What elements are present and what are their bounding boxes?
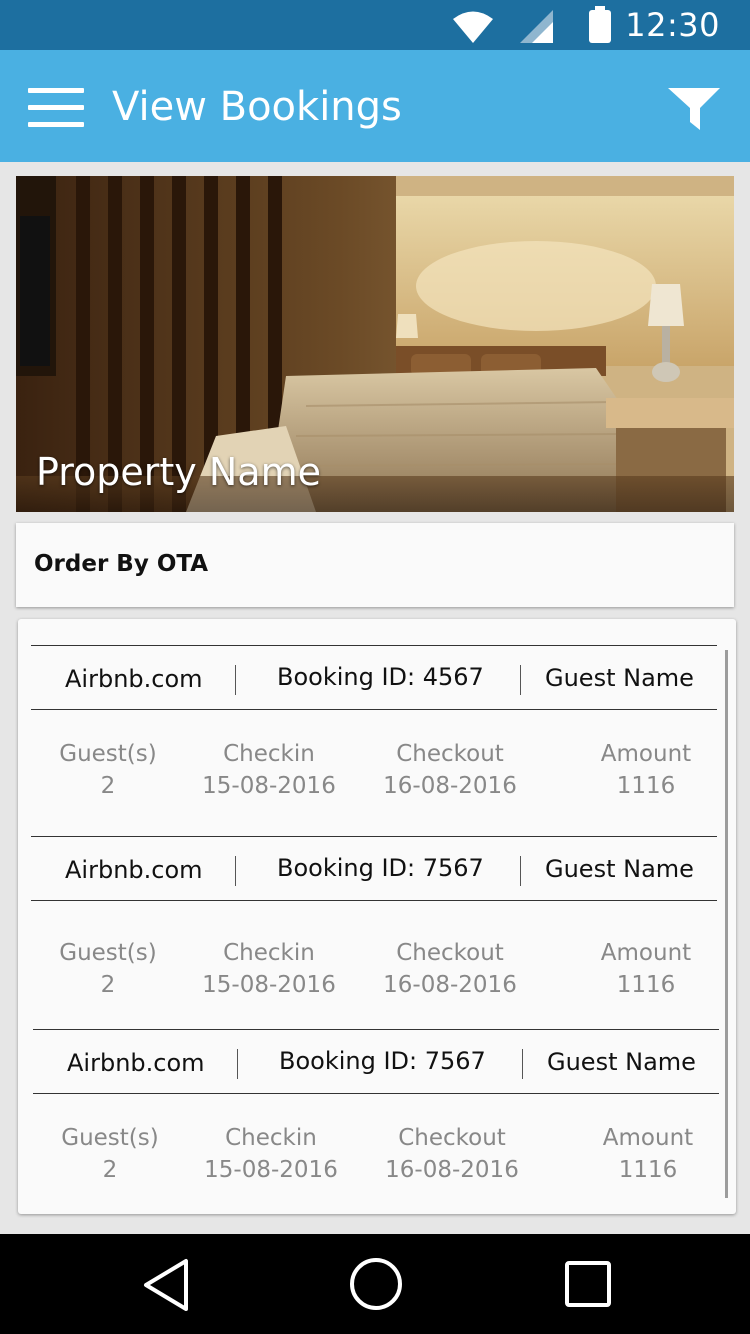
order-by-label: Order By OTA <box>34 551 209 577</box>
divider <box>31 645 717 646</box>
guests-label: Guest(s) <box>61 1125 159 1151</box>
checkin-label: Checkin <box>223 741 315 767</box>
page-title: View Bookings <box>112 84 402 130</box>
amount-field: Amount 1116 <box>586 738 706 802</box>
checkout-label: Checkout <box>398 1125 506 1151</box>
amount-label: Amount <box>600 741 692 767</box>
status-time: 12:30 <box>625 6 720 44</box>
status-bar: 12:30 <box>0 0 750 50</box>
checkout-value: 16-08-2016 <box>385 1157 519 1183</box>
guests-value: 2 <box>102 1157 118 1183</box>
checkin-field: Checkin 15-08-2016 <box>196 1122 346 1186</box>
divider <box>520 856 521 886</box>
booking-ota: Airbnb.com <box>67 1049 205 1077</box>
checkin-value: 15-08-2016 <box>204 1157 338 1183</box>
guest-name: Guest Name <box>545 855 694 883</box>
divider <box>33 1029 719 1030</box>
guests-field: Guest(s) 2 <box>43 738 173 802</box>
divider <box>520 665 521 695</box>
booking-item[interactable]: Airbnb.com Booking ID: 7567 Guest Name G… <box>33 1029 719 1219</box>
divider <box>522 1049 523 1079</box>
checkin-label: Checkin <box>223 940 315 966</box>
booking-id: Booking ID: 7567 <box>279 1047 486 1075</box>
checkin-label: Checkin <box>225 1125 317 1151</box>
guests-value: 2 <box>100 773 116 799</box>
guest-name: Guest Name <box>545 664 694 692</box>
divider <box>31 836 717 837</box>
menu-icon[interactable] <box>28 88 86 128</box>
filter-icon[interactable] <box>666 86 722 132</box>
checkout-field: Checkout 16-08-2016 <box>377 1122 527 1186</box>
scrollbar[interactable] <box>725 650 728 1198</box>
amount-label: Amount <box>602 1125 694 1151</box>
guests-label: Guest(s) <box>59 940 157 966</box>
guests-field: Guest(s) 2 <box>43 937 173 1001</box>
checkout-value: 16-08-2016 <box>383 773 517 799</box>
divider <box>31 709 717 710</box>
checkin-field: Checkin 15-08-2016 <box>194 738 344 802</box>
guests-label: Guest(s) <box>59 741 157 767</box>
amount-value: 1116 <box>618 1157 678 1183</box>
amount-field: Amount 1116 <box>588 1122 708 1186</box>
checkin-field: Checkin 15-08-2016 <box>194 937 344 1001</box>
divider <box>31 900 717 901</box>
checkin-value: 15-08-2016 <box>202 773 336 799</box>
divider <box>235 665 236 695</box>
app-bar: View Bookings <box>0 50 750 162</box>
navigation-bar <box>0 1234 750 1334</box>
amount-label: Amount <box>600 940 692 966</box>
checkin-value: 15-08-2016 <box>202 972 336 998</box>
booking-ota: Airbnb.com <box>65 665 203 693</box>
booking-id: Booking ID: 4567 <box>277 663 484 691</box>
property-name: Property Name <box>36 450 321 494</box>
battery-icon <box>589 6 611 43</box>
checkout-field: Checkout 16-08-2016 <box>375 937 525 1001</box>
checkout-label: Checkout <box>396 940 504 966</box>
booking-item[interactable]: Airbnb.com Booking ID: 4567 Guest Name G… <box>31 645 717 835</box>
cellular-signal-icon <box>520 10 553 43</box>
checkout-value: 16-08-2016 <box>383 972 517 998</box>
booking-ota: Airbnb.com <box>65 856 203 884</box>
amount-value: 1116 <box>616 773 676 799</box>
divider <box>235 856 236 886</box>
guests-value: 2 <box>100 972 116 998</box>
property-image: Property Name <box>16 176 734 512</box>
amount-field: Amount 1116 <box>586 937 706 1001</box>
booking-id: Booking ID: 7567 <box>277 854 484 882</box>
wifi-icon <box>453 11 493 43</box>
divider <box>33 1093 719 1094</box>
recents-icon[interactable] <box>564 1260 614 1310</box>
booking-item[interactable]: Airbnb.com Booking ID: 7567 Guest Name G… <box>31 836 717 1026</box>
checkout-field: Checkout 16-08-2016 <box>375 738 525 802</box>
guests-field: Guest(s) 2 <box>45 1122 175 1186</box>
back-icon[interactable] <box>140 1258 192 1312</box>
home-icon[interactable] <box>348 1256 404 1312</box>
checkout-label: Checkout <box>396 741 504 767</box>
divider <box>237 1049 238 1079</box>
guest-name: Guest Name <box>547 1048 696 1076</box>
order-by-ota-button[interactable]: Order By OTA <box>16 523 734 607</box>
amount-value: 1116 <box>616 972 676 998</box>
